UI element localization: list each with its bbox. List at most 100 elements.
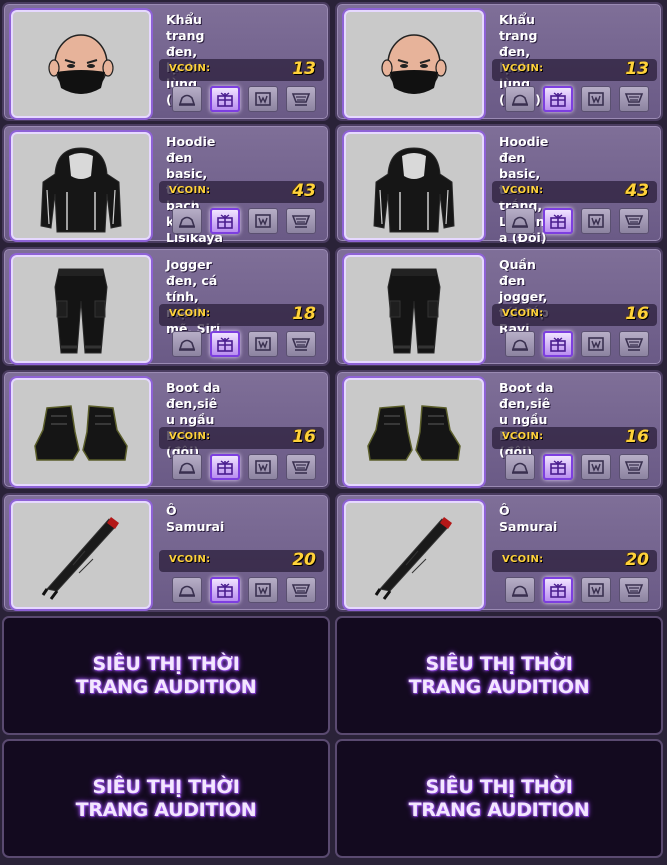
price-bar: VCOIN: 13 [159, 59, 324, 81]
item-price: 43 [625, 181, 649, 201]
action-buttons [164, 331, 324, 361]
action-buttons [164, 208, 324, 238]
wardrobe-button[interactable] [581, 454, 611, 480]
try-on-icon [511, 94, 529, 106]
hoodie-icon[interactable] [13, 134, 149, 238]
try-on-button[interactable] [505, 331, 535, 357]
gift-button[interactable] [543, 577, 573, 603]
wardrobe-button[interactable] [248, 577, 278, 603]
cart-button[interactable] [619, 454, 649, 480]
cart-button[interactable] [619, 331, 649, 357]
wardrobe-button[interactable] [581, 208, 611, 234]
action-buttons [164, 86, 324, 116]
item-card[interactable]: Hoodie đen basic, tóc bạch kim Lisikaya … [2, 124, 330, 261]
gift-button[interactable] [543, 454, 573, 480]
cart-button[interactable] [286, 86, 316, 112]
item-card[interactable]: Jogger đen, cá tính, mạnh mẽ, SiriVCOIN:… [2, 247, 330, 366]
gift-icon [550, 583, 566, 598]
item-card[interactable]: Boot da đen,siêu ngầu Brian (đôi)VCOIN:1… [335, 370, 663, 489]
samurai-umbrella-icon[interactable] [346, 503, 482, 607]
try-on-button[interactable] [172, 331, 202, 357]
wardrobe-icon [255, 460, 271, 474]
try-on-icon [178, 339, 196, 351]
item-card[interactable]: Hoodie đen basic, tóc trắng, Lisilanka (… [335, 124, 663, 245]
mask-head-icon[interactable] [346, 12, 482, 116]
gift-button[interactable] [210, 454, 240, 480]
item-card[interactable]: Khẩu trang đen, lạnh lùng (nữ)VCOIN:13 [2, 2, 330, 121]
gift-button[interactable] [543, 331, 573, 357]
boots-icon[interactable] [13, 380, 149, 484]
cart-icon [624, 93, 644, 106]
price-bar: VCOIN: 16 [492, 304, 657, 326]
promo-text: SIÊU THỊ THỜI TRANG AUDITION [75, 652, 257, 698]
try-on-button[interactable] [505, 208, 535, 234]
wardrobe-icon [255, 92, 271, 106]
try-on-button[interactable] [505, 454, 535, 480]
wardrobe-button[interactable] [248, 208, 278, 234]
samurai-umbrella-icon[interactable] [13, 503, 149, 607]
gift-icon [550, 214, 566, 229]
wardrobe-button[interactable] [248, 331, 278, 357]
item-card[interactable]: Ô Samurai VCOIN: 20 [335, 493, 663, 612]
try-on-button[interactable] [505, 86, 535, 112]
wardrobe-button[interactable] [581, 86, 611, 112]
item-card[interactable]: Ô Samurai VCOIN: 20 [2, 493, 330, 612]
cart-icon [291, 584, 311, 597]
currency-label: VCOIN: [502, 308, 544, 319]
action-buttons [497, 86, 657, 116]
cart-button[interactable] [286, 577, 316, 603]
jogger-pants-icon[interactable] [13, 257, 149, 361]
price-bar: VCOIN: 13 [492, 59, 657, 81]
promo-banner[interactable]: SIÊU THỊ THỜI TRANG AUDITION [2, 739, 330, 858]
item-price: 43 [292, 181, 316, 201]
action-buttons [164, 577, 324, 607]
try-on-button[interactable] [172, 86, 202, 112]
wardrobe-icon [255, 337, 271, 351]
gift-icon [217, 460, 233, 475]
gift-button[interactable] [543, 86, 573, 112]
gift-icon [217, 583, 233, 598]
gift-button[interactable] [210, 331, 240, 357]
gift-button[interactable] [210, 577, 240, 603]
action-buttons [497, 331, 657, 361]
cart-icon [291, 338, 311, 351]
action-buttons [164, 454, 324, 484]
mask-head-icon[interactable] [13, 12, 149, 116]
boots-icon[interactable] [346, 380, 482, 484]
promo-banner[interactable]: SIÊU THỊ THỜI TRANG AUDITION [2, 616, 330, 735]
wardrobe-button[interactable] [581, 331, 611, 357]
item-price: 13 [625, 59, 649, 79]
cart-button[interactable] [619, 577, 649, 603]
item-card[interactable]: Boot da đen,siêu ngầu Brian (đôi)VCOIN:1… [2, 370, 330, 489]
try-on-button[interactable] [172, 208, 202, 234]
cart-button[interactable] [286, 208, 316, 234]
wardrobe-icon [588, 214, 604, 228]
promo-banner[interactable]: SIÊU THỊ THỜI TRANG AUDITION [335, 616, 663, 735]
gift-button[interactable] [543, 208, 573, 234]
currency-label: VCOIN: [169, 308, 211, 319]
cart-button[interactable] [286, 331, 316, 357]
hoodie-icon[interactable] [346, 134, 482, 238]
wardrobe-button[interactable] [581, 577, 611, 603]
currency-label: VCOIN: [169, 431, 211, 442]
try-on-icon [511, 585, 529, 597]
cart-button[interactable] [619, 86, 649, 112]
cart-icon [291, 93, 311, 106]
wardrobe-button[interactable] [248, 454, 278, 480]
try-on-button[interactable] [172, 577, 202, 603]
shop-grid: Khẩu trang đen, lạnh lùng (nữ)VCOIN:13 K… [0, 0, 667, 865]
cart-button[interactable] [286, 454, 316, 480]
gift-button[interactable] [210, 208, 240, 234]
item-card[interactable]: Khẩu trang đen, lạnh lùng (nam)VCOIN:13 [335, 2, 663, 121]
try-on-button[interactable] [505, 577, 535, 603]
promo-banner[interactable]: SIÊU THỊ THỜI TRANG AUDITION [335, 739, 663, 858]
item-card[interactable]: Quần đen jogger, túi đắp RaviVCOIN:16 [335, 247, 663, 366]
cart-button[interactable] [619, 208, 649, 234]
gift-button[interactable] [210, 86, 240, 112]
wardrobe-button[interactable] [248, 86, 278, 112]
jogger-pants-icon[interactable] [346, 257, 482, 361]
item-price: 16 [625, 427, 649, 447]
try-on-button[interactable] [172, 454, 202, 480]
promo-text: SIÊU THỊ THỜI TRANG AUDITION [408, 652, 590, 698]
promo-text: SIÊU THỊ THỜI TRANG AUDITION [408, 775, 590, 821]
